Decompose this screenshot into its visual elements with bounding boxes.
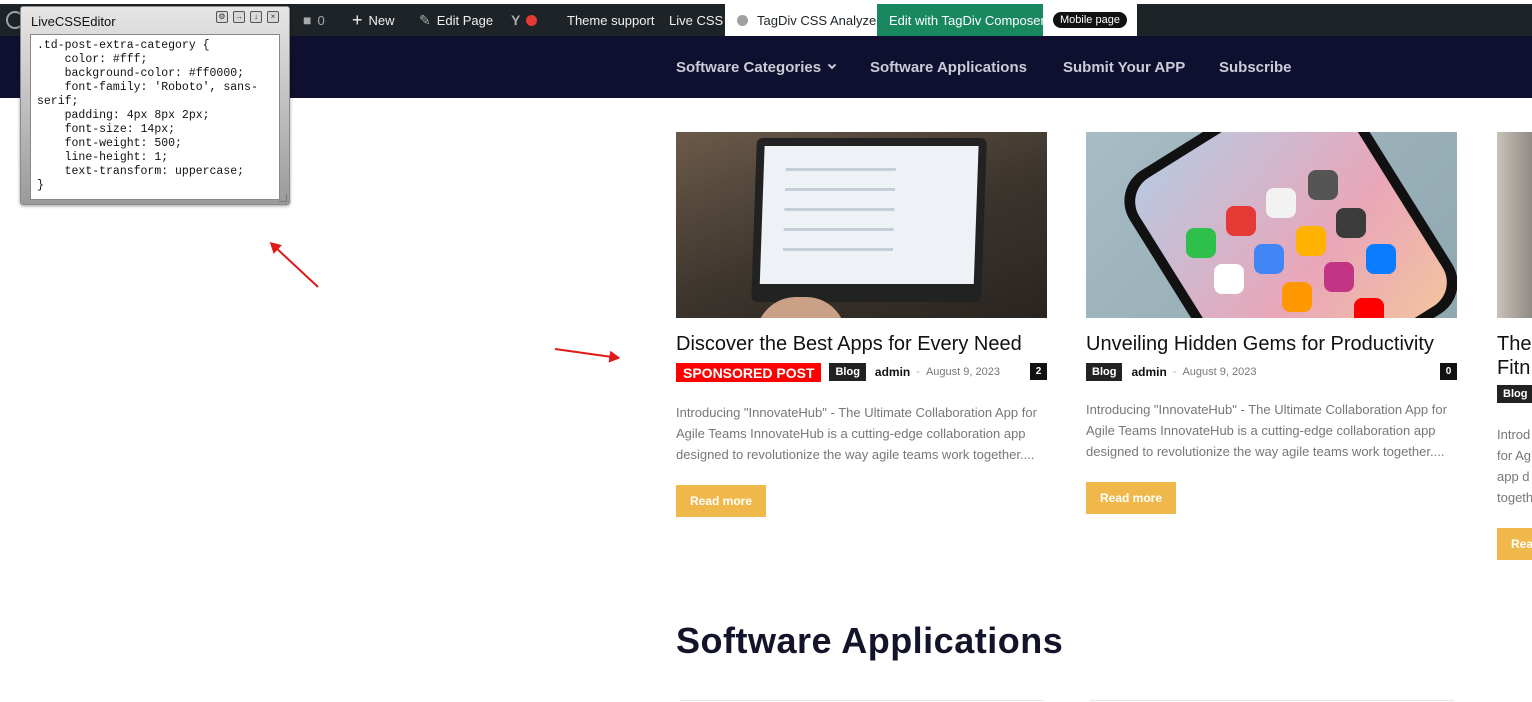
live-css-editor-panel[interactable]: LiveCSSEditor ⚙ → ↓ × .td-post-extra-cat… [20,6,290,205]
post-title[interactable]: Discover the Best Apps for Every Need [676,332,1047,356]
post-excerpt: Introd for Ag app d togeth [1497,424,1532,508]
editor-close-icon[interactable]: × [267,11,279,23]
post-date: August 9, 2023 [1182,366,1257,378]
post-author[interactable]: admin [1131,365,1166,379]
nav-label: Subscribe [1219,58,1292,76]
divider [680,700,1044,701]
mobile-page-button[interactable]: Mobile page [1043,4,1137,36]
pencil-icon: ✎ [419,11,431,28]
post-card: Discover the Best Apps for Every Need Sp… [676,132,1047,517]
nav-label: Software Categories [676,58,822,76]
css-code-textarea[interactable]: .td-post-extra-category { color: #fff; b… [30,34,280,200]
read-more-button[interactable]: Read more [676,485,767,517]
sponsored-post-badge[interactable]: Sponsored Post [676,362,822,382]
theme-support-label: Theme support [567,12,655,28]
read-more-button[interactable]: Read more [1086,482,1177,514]
nav-subscribe[interactable]: Subscribe [1219,36,1292,98]
mobile-page-label: Mobile page [1053,12,1127,28]
post-title[interactable]: The Fitn [1497,332,1532,380]
css-analyzer-link[interactable]: TagDiv CSS Analyzer [725,4,893,36]
composer-button[interactable]: Edit with TagDiv Composer [877,4,1057,36]
post-meta: Sponsored Post Blog admin - August 9, 20… [676,362,1047,382]
comment-count-badge[interactable]: 2 [1030,363,1047,380]
post-card: Unveiling Hidden Gems for Productivity B… [1086,132,1457,514]
post-thumbnail-phone[interactable] [1086,132,1457,318]
editor-settings-icon[interactable]: ⚙ [216,11,228,23]
divider [1090,700,1454,701]
excerpt-line: togeth [1497,490,1532,505]
nav-label: Software Applications [870,58,1027,76]
composer-label: Edit with TagDiv Composer [889,12,1045,28]
excerpt-line: for Ag [1497,448,1531,463]
live-css-link[interactable]: Live CSS [669,4,723,36]
comments-link[interactable]: ■ 0 [303,4,325,36]
post-title[interactable]: Unveiling Hidden Gems for Productivity [1086,332,1457,356]
edit-page-label: Edit Page [436,12,494,28]
editor-window-controls: ⚙ → ↓ × [216,11,279,23]
post-thumbnail-building[interactable] [1497,132,1532,318]
yoast-icon: Y [511,12,521,28]
post-author[interactable]: admin [875,365,910,379]
comment-count-badge[interactable]: 0 [1440,363,1457,380]
post-card-partial: The Fitn Blog Introd for Ag app d togeth… [1497,132,1532,560]
excerpt-line: Introd [1497,427,1531,442]
post-meta: Blog admin - August 9, 2023 0 [1086,362,1457,382]
nav-software-applications[interactable]: Software Applications [870,36,1027,98]
plus-icon: + [352,9,363,30]
editor-download-icon[interactable]: ↓ [250,11,262,23]
post-excerpt: Introducing "InnovateHub" - The Ultimate… [676,405,1037,462]
theme-support-link[interactable]: Theme support [567,4,654,36]
live-css-label: Live CSS [669,12,724,28]
section-title: Software Applications [676,620,1064,661]
annotation-arrow-editor [270,242,319,288]
post-title-line: The [1497,333,1532,355]
editor-title: LiveCSSEditor [31,14,116,29]
css-analyzer-label: TagDiv CSS Analyzer [757,12,881,28]
new-content-link[interactable]: + New [352,4,395,36]
post-thumbnail-laptop[interactable] [676,132,1047,318]
meta-separator: - [916,366,920,378]
yoast-seo-link[interactable]: Y [511,4,538,36]
category-badge[interactable]: Blog [829,363,866,381]
resize-handle-icon[interactable] [279,194,287,202]
post-title-line: Fitn [1497,357,1531,379]
post-excerpt: Introducing "InnovateHub" - The Ultimate… [1086,402,1447,459]
comments-count: 0 [317,12,325,28]
category-badge[interactable]: Blog [1086,363,1123,381]
annotation-arrow-sponsored [554,348,619,359]
editor-save-icon[interactable]: → [233,11,245,23]
post-meta: Blog [1497,384,1532,404]
nav-software-categories[interactable]: Software Categories [676,36,837,98]
edit-page-link[interactable]: ✎ Edit Page [419,4,493,36]
chevron-down-icon [827,60,837,70]
excerpt-line: app d [1497,469,1530,484]
read-more-button[interactable]: Rea [1497,528,1532,560]
post-date: August 9, 2023 [925,366,1000,378]
nav-label: Submit Your APP [1063,58,1186,76]
new-label: New [368,12,395,28]
meta-separator: - [1172,366,1177,378]
comment-bubble-icon: ■ [303,12,312,28]
seo-status-red-icon [526,14,538,26]
analyzer-status-gray-icon [737,14,748,26]
nav-submit-your-app[interactable]: Submit Your APP [1063,36,1185,98]
category-badge[interactable]: Blog [1497,385,1532,403]
